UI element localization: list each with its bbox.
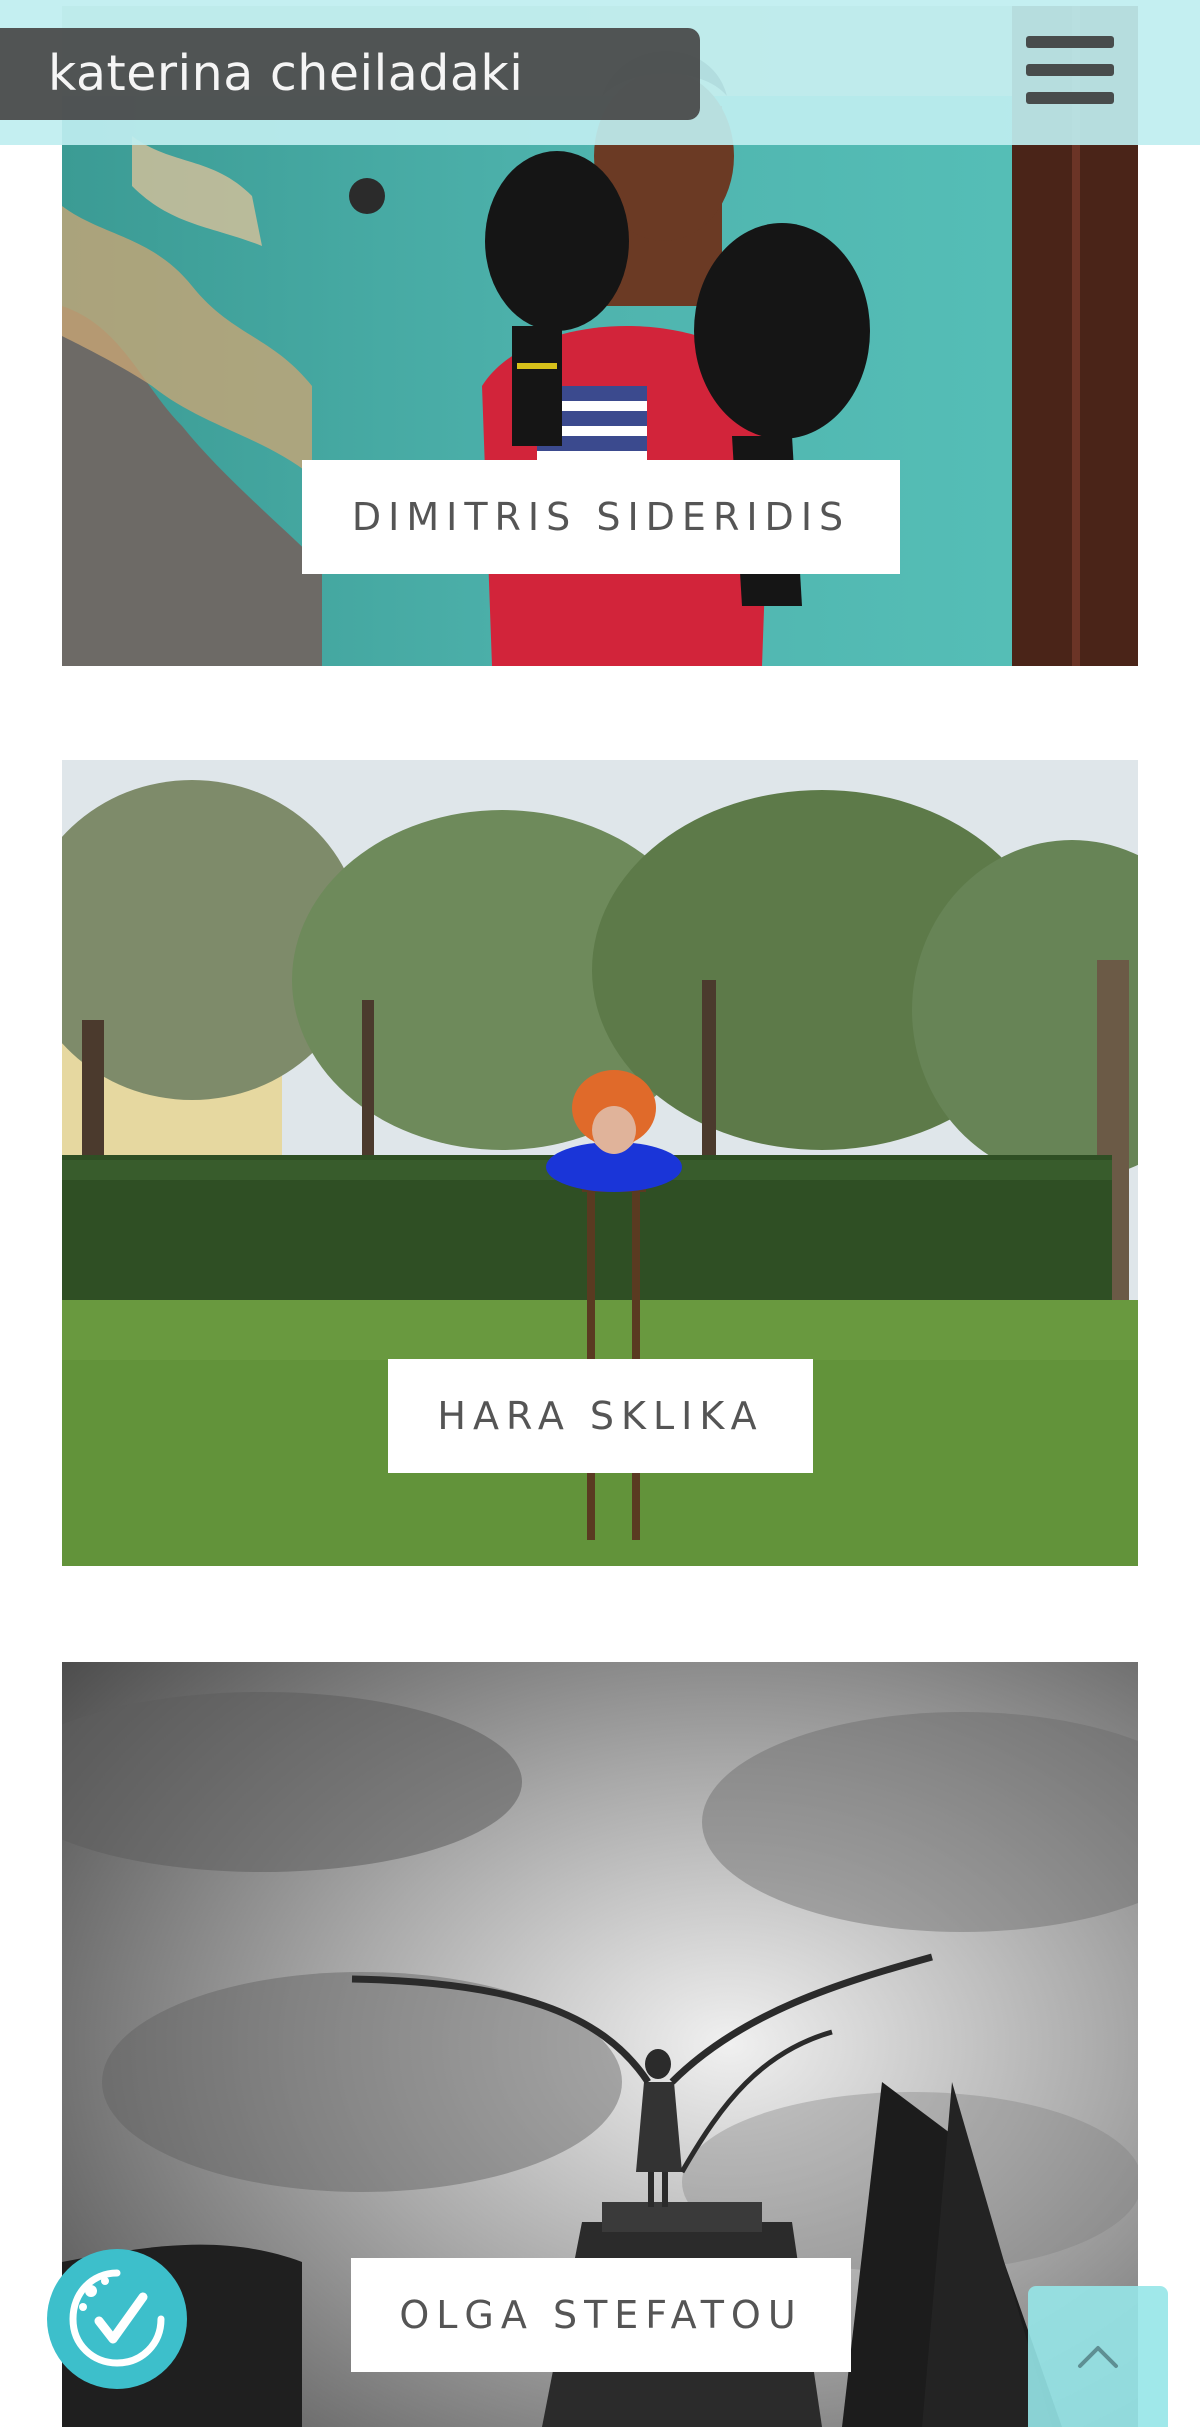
gallery-card-2[interactable]: HARA SKLIKA: [62, 760, 1138, 1566]
gallery-label: DIMITRIS SIDERIDIS: [302, 460, 900, 574]
chevron-up-icon: [1078, 2346, 1118, 2368]
scroll-to-top-button[interactable]: [1028, 2286, 1168, 2427]
page: katerina cheiladaki DIMITRIS SIDERIDIS H…: [0, 0, 1200, 2427]
menu-button[interactable]: [1014, 20, 1124, 120]
gallery-label: OLGA STEFATOU: [351, 2258, 851, 2372]
site-title-link[interactable]: katerina cheiladaki: [0, 28, 700, 120]
eco-badge-button[interactable]: [47, 2249, 187, 2389]
eco-check-icon: [69, 2269, 165, 2367]
gallery-label: HARA SKLIKA: [388, 1359, 813, 1473]
hamburger-menu-icon-bottom: [1026, 92, 1114, 104]
site-title: katerina cheiladaki: [48, 45, 524, 102]
gallery-card-3[interactable]: OLGA STEFATOU: [62, 1662, 1138, 2427]
hamburger-menu-icon: [1026, 36, 1114, 48]
hamburger-menu-icon-middle: [1026, 64, 1114, 76]
